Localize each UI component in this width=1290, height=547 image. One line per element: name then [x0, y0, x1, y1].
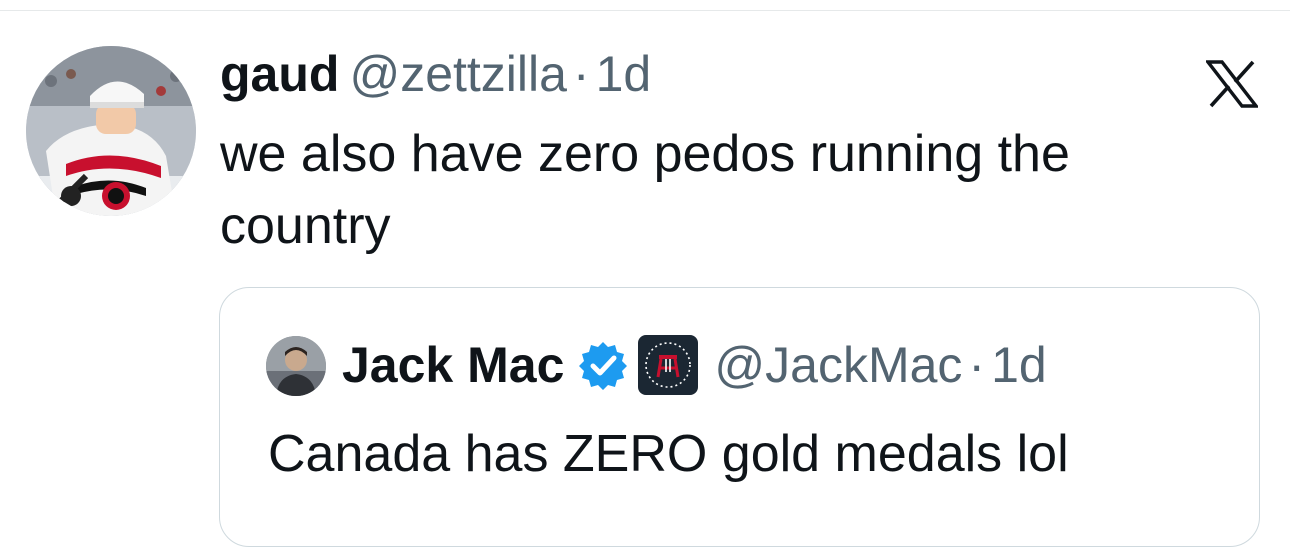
- person-avatar-icon: [266, 336, 326, 396]
- tweet-header: gaud @zettzilla · 1d: [220, 44, 651, 104]
- author-display-name[interactable]: gaud: [220, 46, 339, 102]
- top-divider: [0, 10, 1290, 11]
- barstool-affiliate-badge-icon[interactable]: [638, 335, 699, 395]
- quoted-tweet-timestamp[interactable]: 1d: [991, 336, 1047, 394]
- quoted-author-display-name[interactable]: Jack Mac: [342, 336, 564, 394]
- quoted-tweet-header: Jack Mac @JackMac · 1d: [342, 334, 1047, 396]
- header-separator: ·: [572, 46, 590, 102]
- quoted-author-avatar[interactable]: [266, 336, 326, 396]
- quoted-author-handle[interactable]: @JackMac: [714, 336, 962, 394]
- tweet-text: we also have zero pedos running the coun…: [220, 125, 1070, 255]
- tweet-timestamp[interactable]: 1d: [596, 46, 652, 102]
- x-logo-icon[interactable]: [1206, 60, 1258, 108]
- quoted-tweet-text: Canada has ZERO gold medals lol: [268, 425, 1069, 483]
- hockey-player-avatar-icon: [26, 46, 196, 216]
- quoted-header-separator: ·: [968, 337, 986, 393]
- author-avatar[interactable]: [26, 46, 196, 216]
- author-handle[interactable]: @zettzilla: [349, 46, 566, 102]
- quoted-tweet-card[interactable]: Jack Mac @JackMac · 1d Canada has ZERO gol…: [219, 287, 1260, 547]
- verified-badge-icon[interactable]: [578, 340, 628, 390]
